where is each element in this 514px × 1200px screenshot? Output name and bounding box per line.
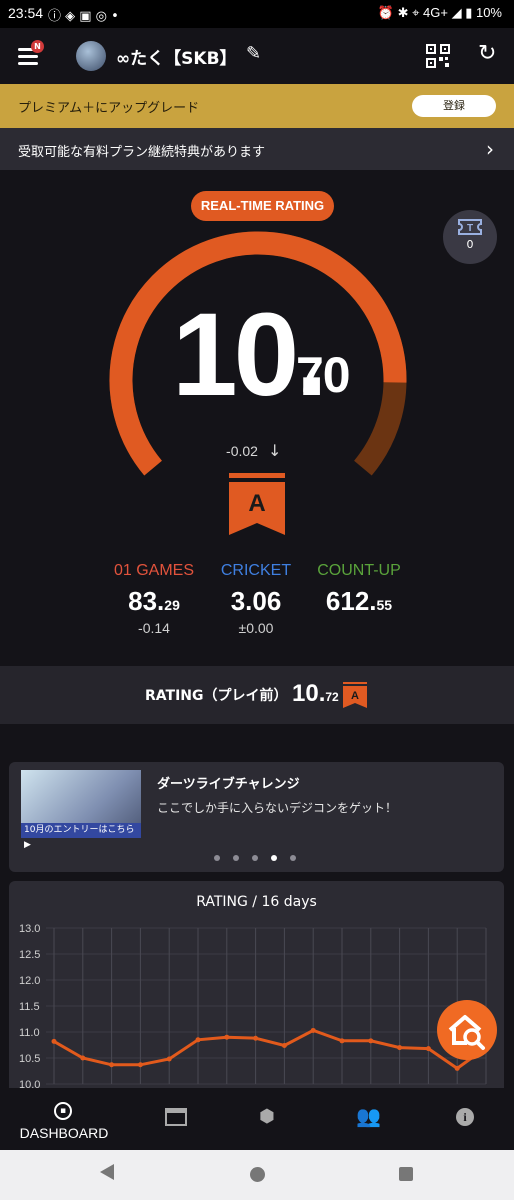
chart-title: RATING / 16 days (196, 894, 317, 910)
avatar[interactable] (76, 41, 106, 71)
previous-flight-ribbon: A (343, 682, 367, 708)
home-search-icon (448, 1015, 485, 1050)
stat-countup-label: COUNT-UP (317, 562, 401, 579)
system-nav-bar (0, 1150, 514, 1200)
promo-description: ここでしか手に入らないデジコンをゲット！ (157, 801, 398, 815)
rating-delta: -0.02 (226, 443, 258, 459)
y-tick-label: 11.5 (19, 1001, 40, 1013)
promo-title: ダーツライブチャレンジ (157, 777, 300, 792)
rating-point (137, 1062, 143, 1068)
stat-cricket-delta: ±0.00 (238, 620, 274, 636)
previous-rating-bar: RATING（プレイ前） 10.72 A (0, 666, 514, 724)
rating-value-decimal: 70 (296, 347, 351, 403)
home-icon[interactable] (250, 1167, 265, 1182)
rating-point (310, 1027, 316, 1033)
ticket-button[interactable]: T 0 (443, 210, 497, 264)
premium-banner[interactable]: プレミアム＋にアップグレード 登録 (0, 84, 514, 128)
carousel-dot[interactable] (290, 855, 296, 861)
ticket-icon: T (458, 219, 482, 235)
back-icon[interactable] (100, 1164, 114, 1180)
username: ∞たく【SKB】 (116, 49, 237, 69)
dashboard-icon: ▪ (54, 1102, 72, 1120)
y-tick-label: 11.0 (19, 1027, 40, 1039)
flight-ribbon: A (229, 473, 285, 535)
recents-icon[interactable] (399, 1167, 413, 1181)
svg-text:T: T (467, 223, 473, 234)
rating-point (339, 1038, 345, 1044)
previous-rating-value: 10.72 (292, 680, 339, 707)
rating-point (454, 1065, 460, 1071)
ticket-count: 0 (466, 238, 474, 251)
stat-countup-value: 612.55 (325, 586, 393, 616)
map-icon[interactable]: ⬢ (259, 1106, 275, 1127)
refresh-icon[interactable]: ↻ (478, 41, 496, 66)
promo-thumbnail-caption: 10月のエントリーはこちら▶ (21, 823, 141, 850)
notification-badge: N (31, 40, 44, 53)
alarm-icon: ⏰ ✱ ⌖ (377, 5, 424, 20)
y-tick-label: 13.0 (19, 923, 40, 935)
rating-series-line (53, 1028, 487, 1071)
notification-icons: ⓘ ◈ ▣ ◎ • (48, 9, 119, 24)
y-tick-label: 10.0 (19, 1079, 40, 1088)
app-header: N ∞たく【SKB】 ✎ ↻ (0, 28, 514, 84)
rating-point (368, 1038, 374, 1044)
bottom-nav: ▪ DASHBOARD ⬢ 👥 i (0, 1088, 514, 1150)
rating-point (166, 1056, 172, 1062)
realtime-rating-badge: REAL-TIME RATING (191, 191, 334, 221)
rating-point (281, 1043, 287, 1049)
status-right: ⏰ ✱ ⌖ 4G+ ◢ ▮ 10% (378, 5, 502, 21)
arrow-down-icon: ↓ (268, 441, 282, 460)
carousel-dot[interactable] (252, 855, 258, 861)
status-time: 23:54 (8, 5, 44, 21)
rating-line-chart: 13.0 12.5 12.0 11.5 11.0 10.5 10.0 (19, 923, 489, 1088)
calendar-icon[interactable] (165, 1108, 187, 1126)
friends-icon[interactable]: 👥 (356, 1104, 381, 1128)
benefit-banner[interactable]: 受取可能な有料プラン継続特典があります › (0, 128, 514, 170)
carousel-dot[interactable] (214, 855, 220, 861)
nav-dashboard[interactable]: ▪ DASHBOARD (16, 1098, 112, 1144)
rating-point (80, 1055, 86, 1061)
y-tick-label: 12.0 (19, 975, 40, 987)
signal-icon: ◢ ▮ (451, 5, 476, 20)
rating-point (224, 1034, 230, 1040)
edit-icon[interactable]: ✎ (246, 43, 261, 64)
carousel-dot[interactable] (271, 855, 277, 861)
battery-label: 10% (475, 5, 502, 20)
qr-code-icon[interactable] (426, 44, 450, 68)
rating-point (425, 1046, 431, 1052)
rating-point (397, 1045, 403, 1051)
benefit-text: 受取可能な有料プラン継続特典があります (18, 145, 266, 160)
previous-flight-label: A (351, 690, 359, 702)
y-tick-label: 10.5 (19, 1053, 40, 1065)
nav-dashboard-label: DASHBOARD (19, 1125, 109, 1141)
rating-point (109, 1062, 115, 1068)
chevron-right-icon: › (486, 137, 494, 161)
register-button[interactable]: 登録 (412, 95, 496, 117)
premium-text: プレミアム＋にアップグレード (18, 101, 200, 116)
promo-carousel[interactable]: 10月のエントリーはこちら▶ ダーツライブチャレンジ ここでしか手に入らないデジ… (9, 762, 504, 872)
carousel-dot[interactable] (233, 855, 239, 861)
status-bar: 23:54 ⓘ ◈ ▣ ◎ • ⏰ ✱ ⌖ 4G+ ◢ ▮ 10% (0, 0, 514, 28)
flight-label: A (248, 490, 265, 517)
shop-search-button[interactable] (437, 1000, 497, 1060)
network-label: 4G+ (423, 5, 448, 20)
previous-rating-label: RATING（プレイ前） (145, 688, 288, 704)
info-icon[interactable]: i (456, 1108, 474, 1126)
rating-value-int: 10. (172, 289, 328, 421)
rating-point (51, 1038, 57, 1044)
rating-point (195, 1037, 201, 1043)
rating-point (253, 1035, 259, 1041)
y-tick-label: 12.5 (19, 949, 40, 961)
